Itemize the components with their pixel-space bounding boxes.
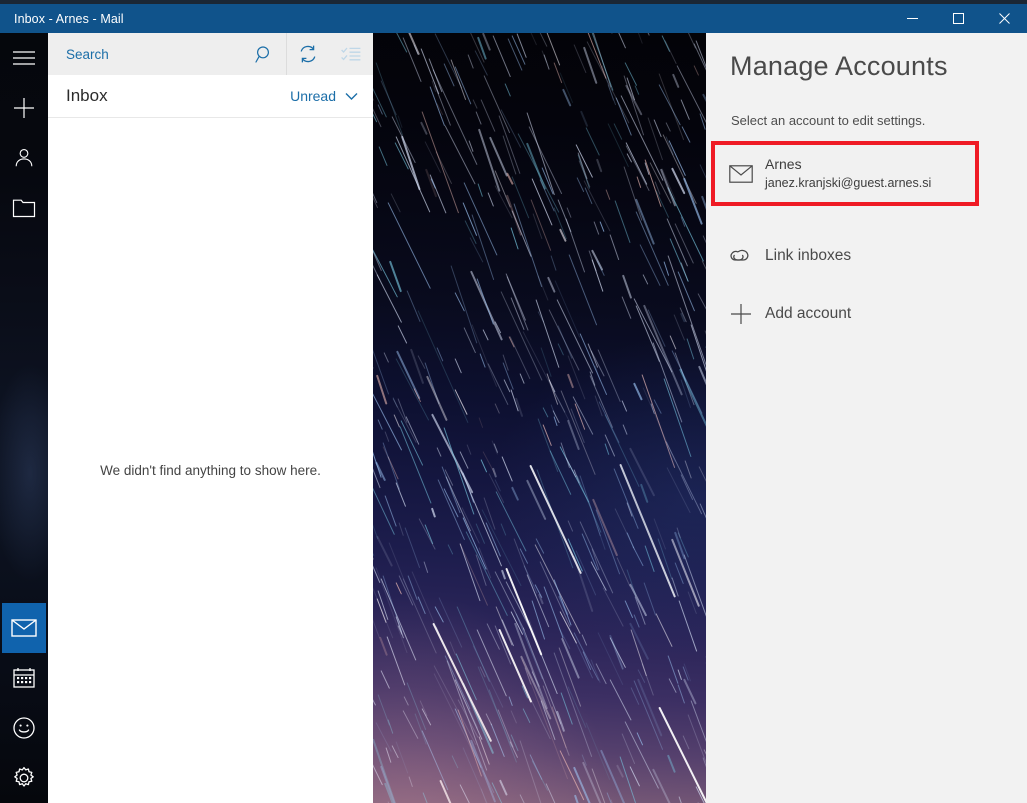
link-inboxes-label: Link inboxes <box>765 247 852 264</box>
settings-gear-icon[interactable] <box>0 753 48 803</box>
search-input[interactable] <box>48 46 243 62</box>
people-icon[interactable] <box>0 703 48 753</box>
rail-glow <box>0 363 48 583</box>
chevron-down-icon <box>345 88 358 104</box>
empty-list-message: We didn't find anything to show here. <box>100 463 321 478</box>
close-button[interactable] <box>981 4 1027 33</box>
list-header: Inbox Unread <box>48 75 373 118</box>
wallpaper-pink-haze <box>373 583 633 803</box>
account-list-item[interactable]: Arnes janez.kranjski@guest.arnes.si <box>717 148 972 200</box>
title-bar: Inbox - Arnes - Mail <box>0 4 1027 33</box>
panel-title: Manage Accounts <box>730 51 948 81</box>
mail-app-window: Inbox - Arnes - Mail Search Inbox Unread… <box>0 0 1027 803</box>
account-text: Arnes janez.kranjski@guest.arnes.si <box>765 155 931 193</box>
person-icon[interactable] <box>0 133 48 183</box>
window-title: Inbox - Arnes - Mail <box>14 11 124 26</box>
navigation-rail <box>0 33 48 803</box>
hamburger-menu-icon[interactable] <box>0 33 48 83</box>
filter-label: Unread <box>290 88 336 104</box>
search-icon[interactable] <box>243 33 286 75</box>
plus-icon <box>717 303 765 325</box>
account-email: janez.kranjski@guest.arnes.si <box>765 176 932 190</box>
panel-subtitle: Select an account to edit settings. <box>731 113 926 128</box>
plus-icon[interactable] <box>0 83 48 133</box>
rail-top-group <box>0 33 48 233</box>
rail-bottom-group <box>0 603 48 803</box>
message-list-column: Inbox Unread We didn't find anything to … <box>48 33 373 803</box>
search-bar <box>48 33 373 75</box>
add-account-label: Add account <box>765 305 852 322</box>
maximize-button[interactable] <box>935 4 981 33</box>
folder-icon[interactable] <box>0 183 48 233</box>
minimize-button[interactable] <box>889 4 935 33</box>
select-mode-icon[interactable] <box>330 33 373 75</box>
sync-refresh-icon[interactable] <box>287 33 330 75</box>
folder-title: Inbox <box>66 86 108 105</box>
add-account-item[interactable]: Add account <box>717 289 972 339</box>
calendar-icon[interactable] <box>0 653 48 703</box>
mail-icon[interactable] <box>2 603 46 653</box>
link-inboxes-item[interactable]: Link inboxes <box>717 231 972 281</box>
account-name: Arnes <box>765 156 802 172</box>
envelope-icon <box>717 165 765 183</box>
filter-dropdown[interactable]: Unread <box>290 88 358 104</box>
reading-pane-wallpaper <box>373 33 706 803</box>
link-chain-icon <box>717 246 765 266</box>
window-controls <box>889 4 1027 33</box>
